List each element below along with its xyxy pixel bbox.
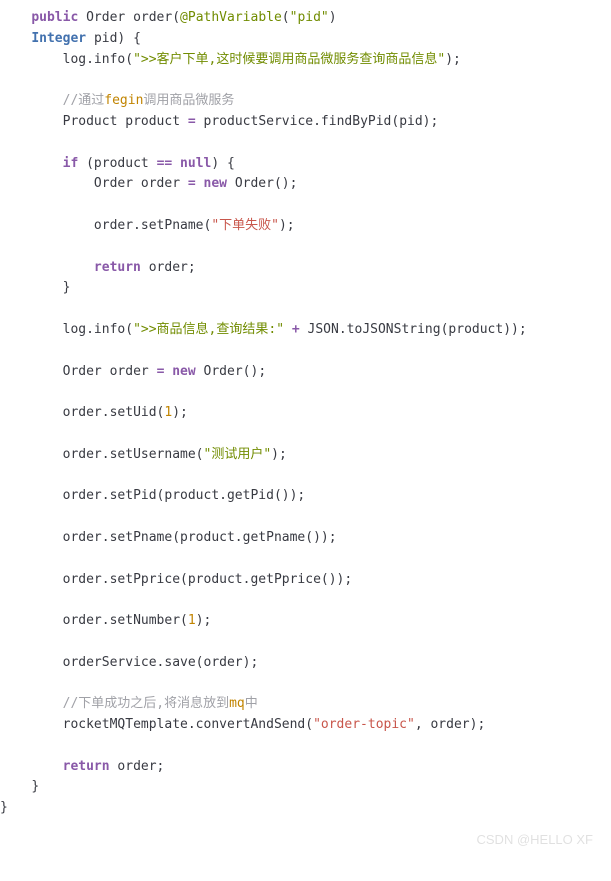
type-integer: Integer <box>31 31 86 46</box>
string-literal: ">>商品信息,查询结果:" <box>133 322 284 337</box>
keyword-new: new <box>172 364 195 379</box>
string-literal: ">>客户下单,这时候要调用商品微服务查询商品信息" <box>133 52 445 67</box>
code-line: orderService.save(order); <box>63 655 259 670</box>
code-block: public Order order(@PathVariable("pid") … <box>0 0 611 827</box>
string-literal: "下单失败" <box>211 218 279 233</box>
comment: //通过fegin调用商品微服务 <box>63 93 235 108</box>
watermark: CSDN @HELLO XF <box>477 830 594 851</box>
annotation: @PathVariable <box>180 10 282 25</box>
keyword-new: new <box>204 176 227 191</box>
string-literal: "order-topic" <box>313 717 415 732</box>
number-literal: 1 <box>188 613 196 628</box>
comment: //下单成功之后,将消息放到mq中 <box>63 696 258 711</box>
keyword-public: public <box>31 10 78 25</box>
keyword-if: if <box>63 156 79 171</box>
keyword-return: return <box>63 759 110 774</box>
code-line: order.setPid(product.getPid()); <box>63 488 306 503</box>
code-line: order.setPname(product.getPname()); <box>63 530 337 545</box>
code-line: order.setPprice(product.getPprice()); <box>63 572 353 587</box>
keyword-null: null <box>180 156 211 171</box>
string-literal: "测试用户" <box>204 447 272 462</box>
keyword-return: return <box>94 260 141 275</box>
string-literal: "pid" <box>290 10 329 25</box>
